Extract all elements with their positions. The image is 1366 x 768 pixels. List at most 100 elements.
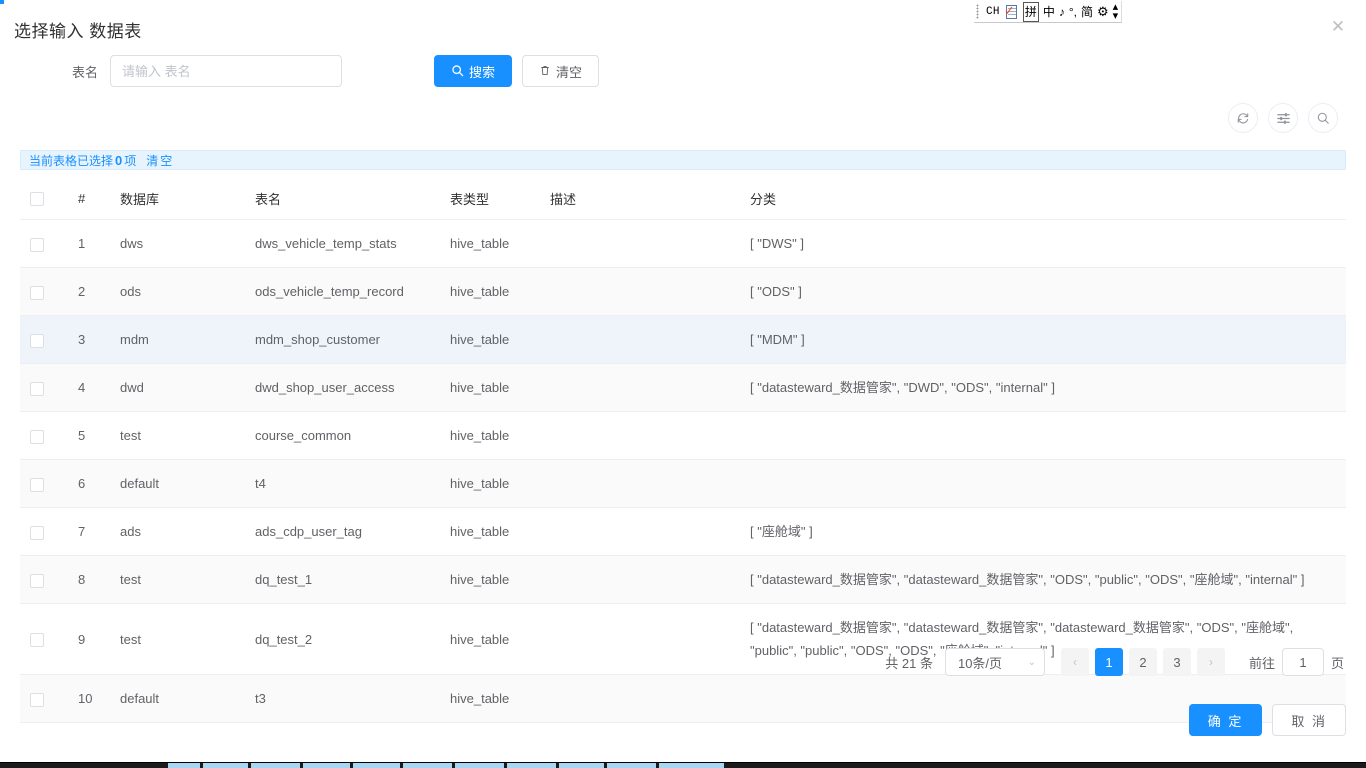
cell-tabletype: hive_table (440, 508, 540, 556)
row-checkbox[interactable] (30, 430, 44, 444)
cell-index: 5 (68, 412, 110, 460)
cell-description (540, 460, 740, 508)
cell-index: 6 (68, 460, 110, 508)
gear-icon[interactable]: ⚙ (1097, 3, 1109, 21)
table-row[interactable]: 6defaultt4hive_table (20, 460, 1346, 508)
cell-index: 8 (68, 556, 110, 604)
cell-tablename: ods_vehicle_temp_record (245, 268, 440, 316)
pagination-total: 共 21 条 (885, 653, 933, 672)
cell-database: dws (110, 220, 245, 268)
cell-description (540, 364, 740, 412)
clear-button-label: 清空 (556, 62, 582, 81)
pagination-prev-button[interactable]: ‹ (1061, 648, 1089, 676)
close-icon[interactable]: ✕ (1324, 12, 1352, 40)
column-header-tablename[interactable]: 表名 (245, 178, 440, 220)
column-header-tabletype[interactable]: 表类型 (440, 178, 540, 220)
cell-category (740, 412, 1346, 460)
pagination-page-1[interactable]: 1 (1095, 648, 1123, 676)
cancel-button[interactable]: 取 消 (1272, 704, 1346, 736)
cell-description (540, 604, 740, 675)
clear-button[interactable]: 清空 (522, 55, 599, 87)
row-select-cell (20, 268, 68, 316)
cell-tabletype: hive_table (440, 675, 540, 723)
row-select-cell (20, 556, 68, 604)
cell-category (740, 460, 1346, 508)
cell-tabletype: hive_table (440, 316, 540, 364)
cell-description (540, 316, 740, 364)
table-row[interactable]: 5testcourse_commonhive_table (20, 412, 1346, 460)
pagination-jump-input[interactable] (1282, 648, 1324, 676)
column-header-category[interactable]: 分类 (740, 178, 1346, 220)
ime-drag-handle[interactable] (976, 4, 979, 19)
select-all-checkbox[interactable] (30, 192, 44, 206)
pagination-pages: ‹ 1 2 3 › (1061, 648, 1225, 676)
cell-category: [ "datasteward_数据管家", "datasteward_数据管家"… (740, 556, 1346, 604)
taskbar-active-group (168, 763, 724, 768)
ime-language-bar[interactable]: CH ✓ 拼 中 ♪ °, 简 ⚙ ▴▾ (974, 1, 1122, 23)
row-checkbox[interactable] (30, 382, 44, 396)
chinese-mode-icon[interactable]: 中 (1043, 3, 1055, 21)
selection-clear-link[interactable]: 清空 (146, 152, 174, 169)
confirm-button[interactable]: 确 定 (1189, 704, 1263, 736)
search-button[interactable]: 搜索 (434, 55, 512, 87)
table-name-label: 表名 (0, 62, 110, 81)
table-row[interactable]: 4dwddwd_shop_user_accesshive_table[ "dat… (20, 364, 1346, 412)
row-checkbox[interactable] (30, 693, 44, 707)
row-select-cell (20, 364, 68, 412)
search-actions: 搜索 清空 (434, 55, 599, 87)
table-row[interactable]: 1dwsdws_vehicle_temp_statshive_table[ "D… (20, 220, 1346, 268)
search-icon (451, 64, 464, 79)
data-table: # 数据库 表名 表类型 描述 分类 1dwsdws_vehicle_temp_… (20, 178, 1346, 723)
simplified-chinese-icon[interactable]: 简 (1081, 3, 1093, 21)
column-settings-icon[interactable] (1268, 103, 1298, 133)
table-row[interactable]: 2odsods_vehicle_temp_recordhive_table[ "… (20, 268, 1346, 316)
cell-description (540, 508, 740, 556)
row-checkbox[interactable] (30, 478, 44, 492)
row-checkbox[interactable] (30, 574, 44, 588)
table-row[interactable]: 7adsads_cdp_user_taghive_table[ "座舱域" ] (20, 508, 1346, 556)
punctuation-toggle-icon[interactable]: °, (1069, 3, 1077, 21)
cell-tablename: mdm_shop_customer (245, 316, 440, 364)
cell-category: [ "座舱域" ] (740, 508, 1346, 556)
cell-index: 10 (68, 675, 110, 723)
row-checkbox[interactable] (30, 238, 44, 252)
cell-category: [ "DWS" ] (740, 220, 1346, 268)
ime-language-indicator[interactable]: CH (986, 3, 1000, 21)
table-row[interactable]: 8testdq_test_1hive_table[ "datasteward_数… (20, 556, 1346, 604)
cell-index: 4 (68, 364, 110, 412)
row-select-cell (20, 412, 68, 460)
row-checkbox[interactable] (30, 526, 44, 540)
cell-description (540, 675, 740, 723)
selection-suffix: 项 (124, 152, 136, 169)
cell-description (540, 220, 740, 268)
row-checkbox[interactable] (30, 633, 44, 647)
column-header-index[interactable]: # (68, 178, 110, 220)
top-left-accent-sliver (0, 0, 4, 4)
page-size-select[interactable]: 10条/页 ⌄ (945, 648, 1045, 676)
cell-description (540, 268, 740, 316)
refresh-icon[interactable] (1228, 103, 1258, 133)
pagination-page-2[interactable]: 2 (1129, 648, 1157, 676)
page-size-value: 10条/页 (958, 653, 1002, 672)
pagination: 共 21 条 10条/页 ⌄ ‹ 1 2 3 › 前往 页 (885, 648, 1344, 676)
pagination-page-3[interactable]: 3 (1163, 648, 1191, 676)
expand-collapse-icon[interactable]: ▴▾ (1113, 3, 1119, 21)
cell-database: default (110, 675, 245, 723)
halfwidth-toggle-icon[interactable]: ♪ (1059, 3, 1065, 21)
pagination-next-button[interactable]: › (1197, 648, 1225, 676)
pinyin-mode-icon[interactable]: 拼 (1023, 2, 1039, 22)
search-icon[interactable] (1308, 103, 1338, 133)
row-select-cell (20, 316, 68, 364)
row-checkbox[interactable] (30, 334, 44, 348)
table-row[interactable]: 10defaultt3hive_table (20, 675, 1346, 723)
row-checkbox[interactable] (30, 286, 44, 300)
cell-tablename: course_common (245, 412, 440, 460)
column-header-description[interactable]: 描述 (540, 178, 740, 220)
column-header-database[interactable]: 数据库 (110, 178, 245, 220)
cell-tablename: ads_cdp_user_tag (245, 508, 440, 556)
table-row[interactable]: 3mdmmdm_shop_customerhive_table[ "MDM" ] (20, 316, 1346, 364)
cell-tabletype: hive_table (440, 268, 540, 316)
search-input[interactable] (110, 55, 342, 87)
pagination-jumper: 前往 页 (1249, 648, 1344, 676)
notepad-icon[interactable]: ✓ (1004, 4, 1019, 20)
